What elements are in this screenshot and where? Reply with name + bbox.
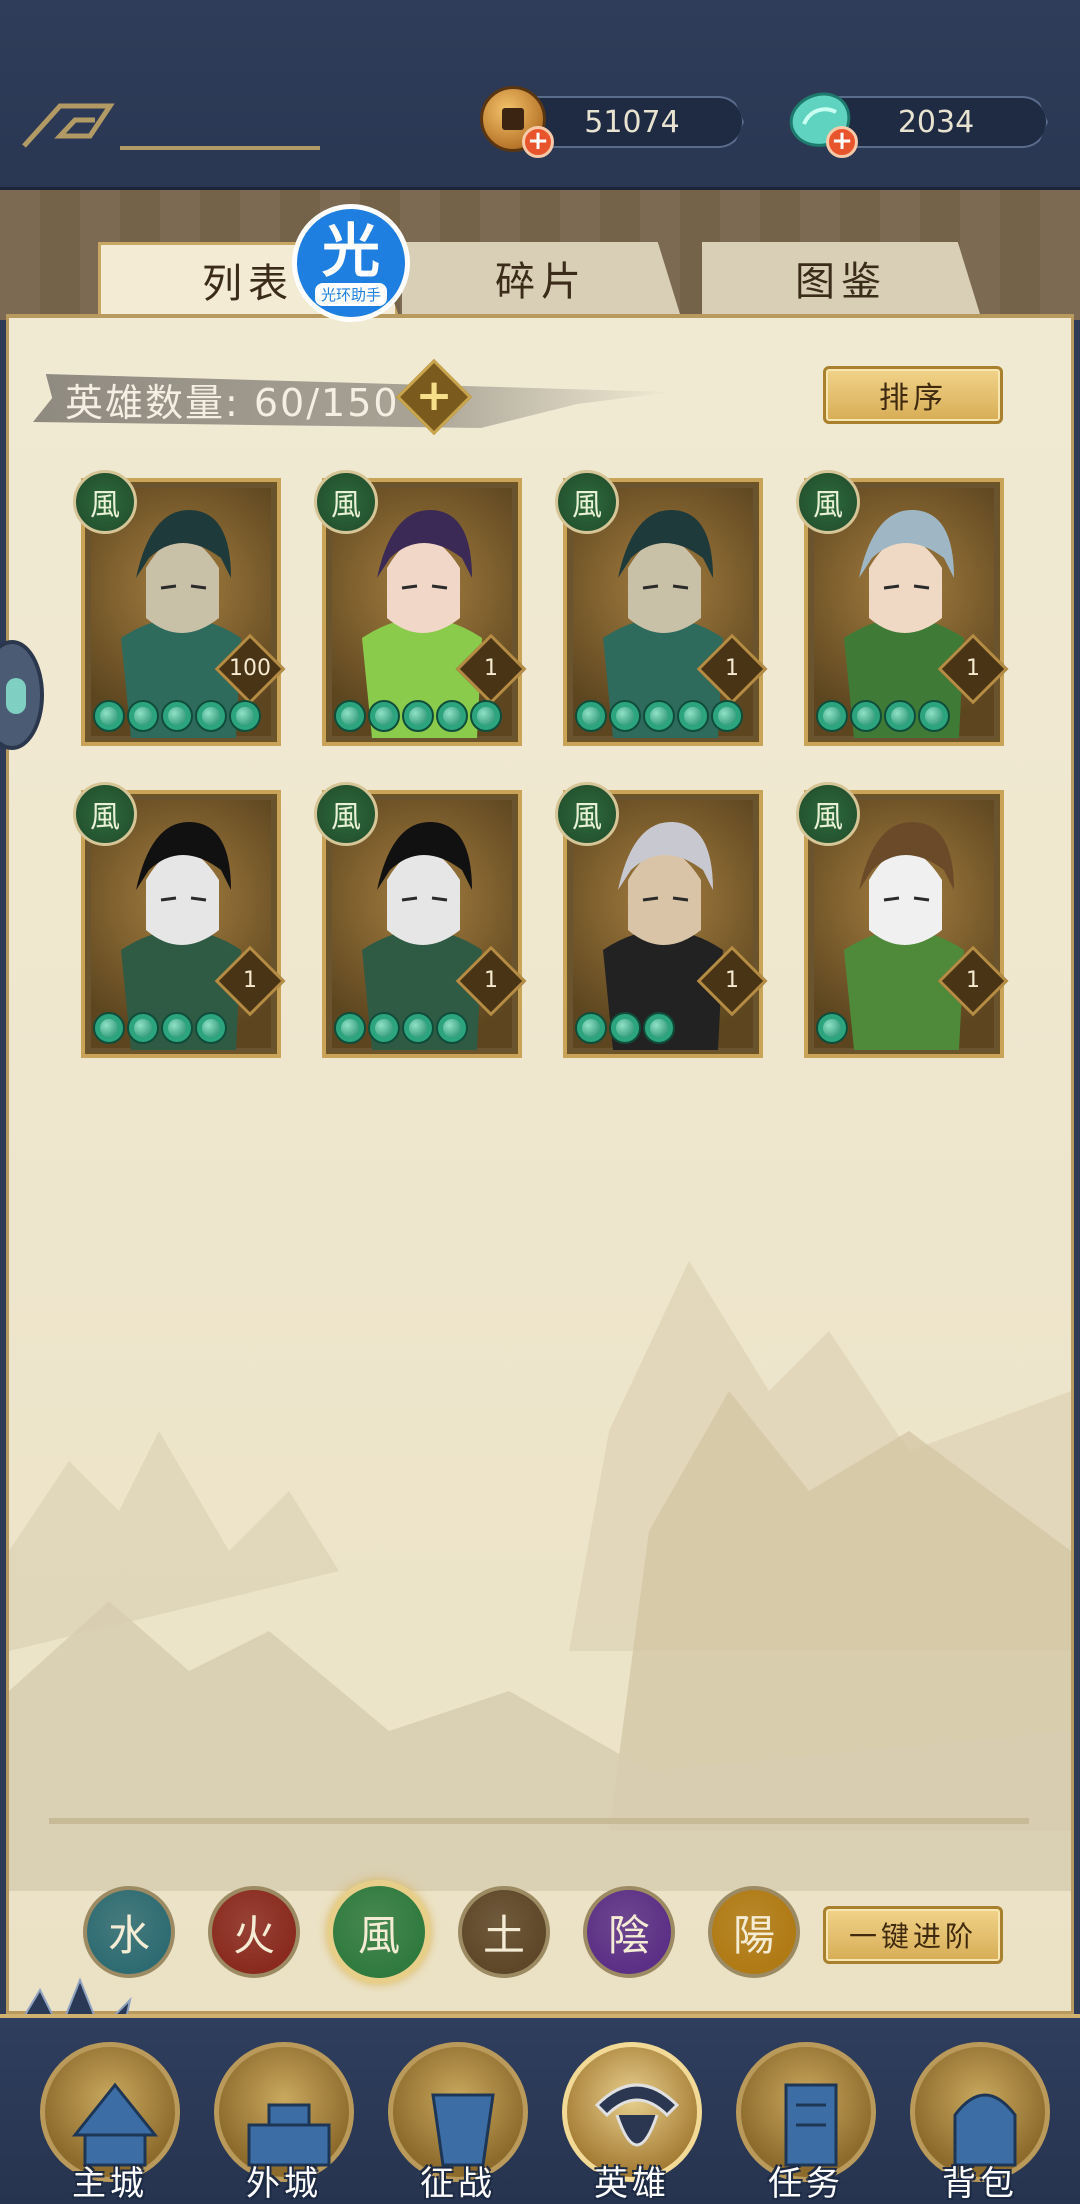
nav-outer-city[interactable]: 外城 xyxy=(214,2042,354,2204)
jade-star-icon xyxy=(816,700,848,732)
tab-codex[interactable]: 图鉴 xyxy=(702,242,980,314)
hero-star-rating xyxy=(575,700,743,736)
jade-star-icon xyxy=(368,700,400,732)
jade-star-icon xyxy=(643,700,675,732)
jade-star-icon xyxy=(127,700,159,732)
hero-card[interactable]: 風 1 xyxy=(314,470,527,746)
jade-star-icon xyxy=(402,700,434,732)
jade-star-icon xyxy=(643,1012,675,1044)
hero-star-rating xyxy=(816,700,950,736)
jade-star-icon xyxy=(436,700,468,732)
jade-currency: + 2034 xyxy=(784,92,1054,158)
sort-button[interactable]: 排序 xyxy=(823,366,1003,424)
cloud-pattern-decoration xyxy=(22,103,320,150)
hero-card[interactable]: 風 1 xyxy=(314,782,527,1058)
jade-star-icon xyxy=(816,1012,848,1044)
hero-list-panel: 英雄数量: 60/150 + 排序 風 100 風 1 風 1 風 1 風 1 … xyxy=(6,314,1074,2014)
jade-star-icon xyxy=(334,700,366,732)
halo-caption: 光环助手 xyxy=(314,282,387,306)
jade-star-icon xyxy=(93,700,125,732)
wind-element-badge: 風 xyxy=(555,782,619,846)
copper-currency: + 51074 xyxy=(480,86,750,158)
jade-star-icon xyxy=(195,1012,227,1044)
hero-star-rating xyxy=(816,1012,848,1048)
nav-label: 背包 xyxy=(942,2164,1018,2204)
jade-star-icon xyxy=(161,700,193,732)
jade-star-icon xyxy=(575,700,607,732)
wind-element-badge: 風 xyxy=(314,782,378,846)
hero-star-rating xyxy=(93,1012,227,1048)
hero-star-rating xyxy=(575,1012,675,1048)
nav-backpack[interactable]: 背包 xyxy=(910,2042,1050,2204)
wind-element-badge: 風 xyxy=(796,470,860,534)
nav-label: 任务 xyxy=(768,2164,844,2204)
jade-star-icon xyxy=(470,700,502,732)
hero-card[interactable]: 風 1 xyxy=(796,782,1009,1058)
halo-glyph: 光 xyxy=(321,216,380,285)
plus-icon: + xyxy=(415,370,453,421)
jade-star-icon xyxy=(850,700,882,732)
add-copper-button[interactable]: + xyxy=(522,126,554,158)
tab-fragments[interactable]: 碎片 xyxy=(402,242,680,314)
hero-star-rating xyxy=(334,700,502,736)
jade-star-icon xyxy=(884,700,916,732)
hero-card[interactable]: 風 1 xyxy=(555,782,768,1058)
jade-star-icon xyxy=(609,1012,641,1044)
jade-star-icon xyxy=(918,700,950,732)
jade-star-icon xyxy=(711,700,743,732)
jade-star-icon xyxy=(93,1012,125,1044)
jade-star-icon xyxy=(402,1012,434,1044)
jade-star-icon xyxy=(609,700,641,732)
nav-label: 英雄 xyxy=(594,2164,670,2204)
element-filter-3[interactable]: 土 xyxy=(458,1886,550,1978)
element-filter-1[interactable]: 火 xyxy=(208,1886,300,1978)
add-jade-button[interactable]: + xyxy=(826,126,858,158)
nav-label: 征战 xyxy=(420,2164,496,2204)
wind-element-badge: 風 xyxy=(555,470,619,534)
jade-star-icon xyxy=(195,700,227,732)
jade-star-icon xyxy=(334,1012,366,1044)
element-filter-2[interactable]: 風 xyxy=(327,1880,431,1984)
nav-label: 外城 xyxy=(246,2164,322,2204)
nav-heroes[interactable]: 英雄 xyxy=(562,2042,702,2204)
jade-star-icon xyxy=(161,1012,193,1044)
jade-star-icon xyxy=(368,1012,400,1044)
jade-star-icon xyxy=(127,1012,159,1044)
wind-element-badge: 風 xyxy=(796,782,860,846)
wind-element-badge: 風 xyxy=(73,782,137,846)
hero-card[interactable]: 風 1 xyxy=(73,782,286,1058)
mountain-landscape-decoration xyxy=(9,1261,1071,1891)
hero-card[interactable]: 風 1 xyxy=(796,470,1009,746)
nav-quests[interactable]: 任务 xyxy=(736,2042,876,2204)
jade-star-icon xyxy=(575,1012,607,1044)
upgrade-all-button[interactable]: 一键进阶 xyxy=(823,1906,1003,1964)
halo-assistant-badge[interactable]: 光 光环助手 xyxy=(292,204,410,322)
top-bar: + 51074 + 2034 xyxy=(0,0,1080,190)
element-filter-5[interactable]: 陽 xyxy=(708,1886,800,1978)
wind-element-badge: 風 xyxy=(314,470,378,534)
jade-star-icon xyxy=(436,1012,468,1044)
jade-star-icon xyxy=(677,700,709,732)
nav-campaign[interactable]: 征战 xyxy=(388,2042,528,2204)
jade-star-icon xyxy=(229,700,261,732)
nav-main-city[interactable]: 主城 xyxy=(40,2042,180,2204)
hero-count-label: 英雄数量: 60/150 xyxy=(65,381,400,425)
hero-card[interactable]: 風 100 xyxy=(73,470,286,746)
hero-star-rating xyxy=(93,700,261,736)
nav-label: 主城 xyxy=(72,2164,148,2204)
element-filter-4[interactable]: 陰 xyxy=(583,1886,675,1978)
element-filter-0[interactable]: 水 xyxy=(83,1886,175,1978)
hero-star-rating xyxy=(334,1012,468,1048)
hero-card[interactable]: 風 1 xyxy=(555,470,768,746)
bottom-navigation: 主城 外城 征战 英雄 任务 背包 xyxy=(0,2014,1080,2204)
wind-element-badge: 風 xyxy=(73,470,137,534)
